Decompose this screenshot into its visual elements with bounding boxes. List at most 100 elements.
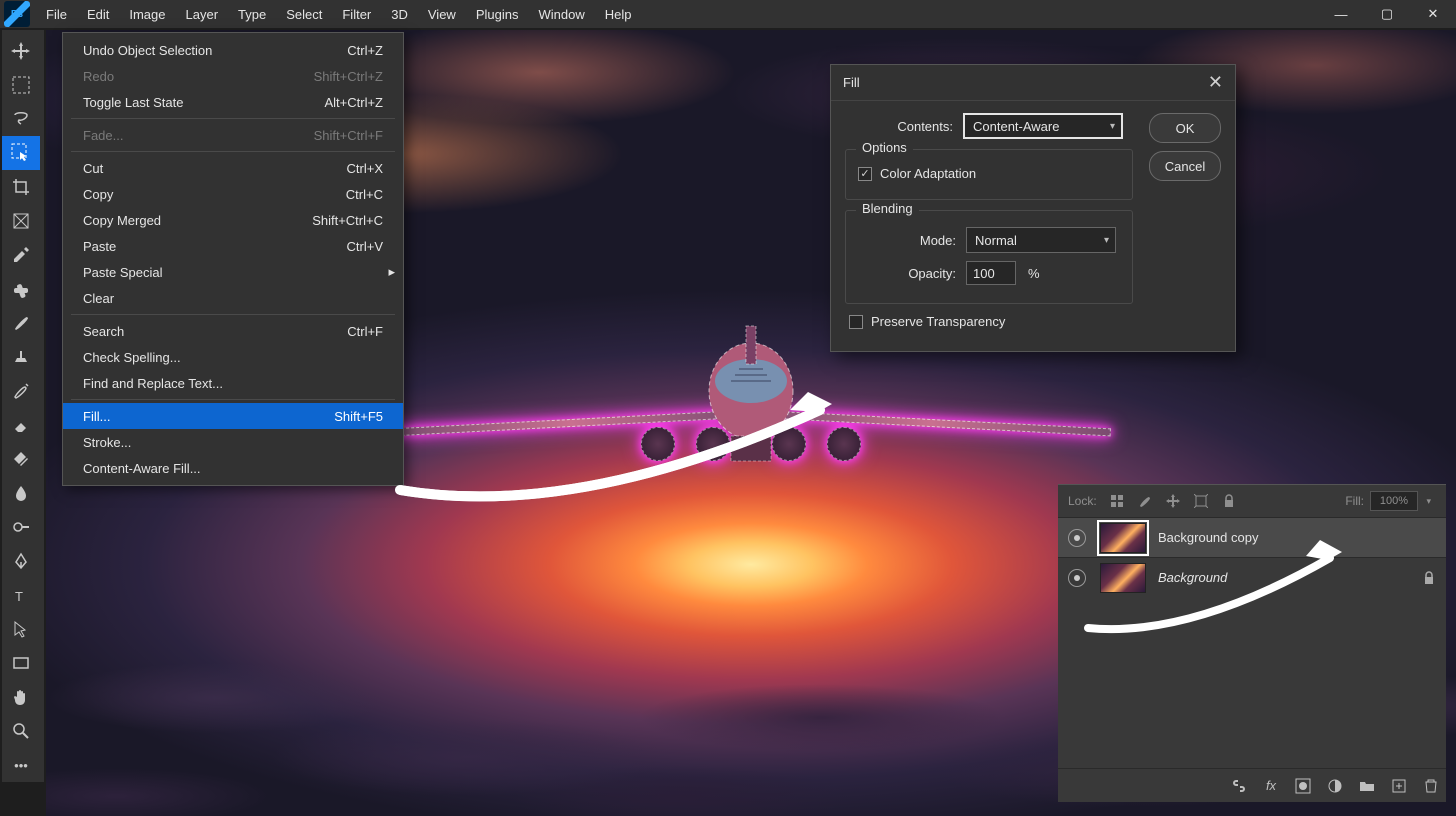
mode-select[interactable]: Normal bbox=[966, 227, 1116, 253]
edit-toolbar[interactable]: ••• bbox=[2, 748, 40, 782]
menu-layer[interactable]: Layer bbox=[176, 2, 229, 27]
window-close[interactable]: ✕ bbox=[1410, 0, 1456, 28]
new-layer-icon[interactable] bbox=[1390, 777, 1408, 795]
edit-menu-item[interactable]: Undo Object SelectionCtrl+Z bbox=[63, 37, 403, 63]
ok-button[interactable]: OK bbox=[1149, 113, 1221, 143]
edit-menu-item[interactable]: Copy MergedShift+Ctrl+C bbox=[63, 207, 403, 233]
blending-legend: Blending bbox=[856, 201, 919, 216]
opacity-label: Opacity: bbox=[896, 266, 956, 281]
mode-label: Mode: bbox=[906, 233, 956, 248]
lock-all-icon[interactable] bbox=[1218, 490, 1240, 512]
path-selection-tool[interactable] bbox=[2, 612, 40, 646]
edit-menu-item[interactable]: Fill...Shift+F5 bbox=[63, 403, 403, 429]
edit-menu-item[interactable]: Toggle Last StateAlt+Ctrl+Z bbox=[63, 89, 403, 115]
lock-artboard-icon[interactable] bbox=[1190, 490, 1212, 512]
preserve-transparency-checkbox[interactable] bbox=[849, 315, 863, 329]
rectangle-tool[interactable] bbox=[2, 646, 40, 680]
move-tool[interactable] bbox=[2, 34, 40, 68]
adjustment-layer-icon[interactable] bbox=[1326, 777, 1344, 795]
frame-tool[interactable] bbox=[2, 204, 40, 238]
window-maximize[interactable]: ▢ bbox=[1364, 0, 1410, 28]
menu-select[interactable]: Select bbox=[276, 2, 332, 27]
edit-menu-item[interactable]: Content-Aware Fill... bbox=[63, 455, 403, 481]
pen-tool[interactable] bbox=[2, 544, 40, 578]
blur-tool[interactable] bbox=[2, 476, 40, 510]
menu-window[interactable]: Window bbox=[528, 2, 594, 27]
clone-stamp-tool[interactable] bbox=[2, 340, 40, 374]
healing-brush-tool[interactable] bbox=[2, 272, 40, 306]
app-logo: Ps bbox=[4, 1, 30, 27]
menu-image[interactable]: Image bbox=[119, 2, 175, 27]
history-brush-tool[interactable] bbox=[2, 374, 40, 408]
menu-view[interactable]: View bbox=[418, 2, 466, 27]
edit-dropdown-menu: Undo Object SelectionCtrl+ZRedoShift+Ctr… bbox=[62, 32, 404, 486]
edit-menu-item[interactable]: Clear bbox=[63, 285, 403, 311]
eraser-tool[interactable] bbox=[2, 408, 40, 442]
menu-plugins[interactable]: Plugins bbox=[466, 2, 529, 27]
layer-fx-icon[interactable]: fx bbox=[1262, 777, 1280, 795]
toolbar: T ••• bbox=[2, 30, 44, 782]
add-mask-icon[interactable] bbox=[1294, 777, 1312, 795]
brush-tool[interactable] bbox=[2, 306, 40, 340]
edit-menu-item[interactable]: SearchCtrl+F bbox=[63, 318, 403, 344]
color-adaptation-checkbox[interactable] bbox=[858, 167, 872, 181]
edit-menu-item[interactable]: CutCtrl+X bbox=[63, 155, 403, 181]
new-group-icon[interactable] bbox=[1358, 777, 1376, 795]
layer-name[interactable]: Background bbox=[1158, 570, 1422, 585]
lock-brush-icon[interactable] bbox=[1134, 490, 1156, 512]
type-tool[interactable]: T bbox=[2, 578, 40, 612]
edit-menu-item[interactable]: Paste Special bbox=[63, 259, 403, 285]
cancel-button[interactable]: Cancel bbox=[1149, 151, 1221, 181]
fill-dialog: Fill ✕ Contents: Content-Aware OK Cancel… bbox=[830, 64, 1236, 352]
lasso-tool[interactable] bbox=[2, 102, 40, 136]
contents-label: Contents: bbox=[893, 119, 953, 134]
hand-tool[interactable] bbox=[2, 680, 40, 714]
visibility-toggle-icon[interactable] bbox=[1068, 529, 1086, 547]
svg-text:T: T bbox=[15, 589, 23, 604]
menu-type[interactable]: Type bbox=[228, 2, 276, 27]
edit-menu-item: RedoShift+Ctrl+Z bbox=[63, 63, 403, 89]
layer-row[interactable]: Background copy bbox=[1058, 517, 1446, 557]
lock-label: Lock: bbox=[1068, 494, 1097, 508]
link-layers-icon[interactable] bbox=[1230, 777, 1248, 795]
layer-row[interactable]: Background bbox=[1058, 557, 1446, 597]
layers-panel: Lock: Fill: 100% Background copy Backgrou… bbox=[1058, 484, 1446, 802]
edit-menu-item[interactable]: Find and Replace Text... bbox=[63, 370, 403, 396]
eyedropper-tool[interactable] bbox=[2, 238, 40, 272]
menu-file[interactable]: File bbox=[36, 2, 77, 27]
dodge-tool[interactable] bbox=[2, 510, 40, 544]
layer-thumbnail[interactable] bbox=[1100, 523, 1146, 553]
layer-thumbnail[interactable] bbox=[1100, 563, 1146, 593]
fill-opacity-field[interactable]: 100% bbox=[1370, 491, 1418, 511]
visibility-toggle-icon[interactable] bbox=[1068, 569, 1086, 587]
gradient-tool[interactable] bbox=[2, 442, 40, 476]
lock-pixels-icon[interactable] bbox=[1106, 490, 1128, 512]
zoom-tool[interactable] bbox=[2, 714, 40, 748]
object-selection-tool[interactable] bbox=[2, 136, 40, 170]
color-adaptation-label: Color Adaptation bbox=[880, 166, 976, 181]
edit-menu-item[interactable]: Stroke... bbox=[63, 429, 403, 455]
fill-label: Fill: bbox=[1345, 494, 1364, 508]
dialog-close-icon[interactable]: ✕ bbox=[1208, 72, 1223, 93]
delete-layer-icon[interactable] bbox=[1422, 777, 1440, 795]
preserve-transparency-label: Preserve Transparency bbox=[871, 314, 1005, 329]
marquee-tool[interactable] bbox=[2, 68, 40, 102]
opacity-suffix: % bbox=[1028, 266, 1040, 281]
edit-menu-item[interactable]: Check Spelling... bbox=[63, 344, 403, 370]
menubar: Ps File Edit Image Layer Type Select Fil… bbox=[0, 0, 1456, 28]
lock-icon bbox=[1422, 571, 1436, 585]
edit-menu-item[interactable]: PasteCtrl+V bbox=[63, 233, 403, 259]
menu-help[interactable]: Help bbox=[595, 2, 642, 27]
contents-select[interactable]: Content-Aware bbox=[963, 113, 1123, 139]
crop-tool[interactable] bbox=[2, 170, 40, 204]
menu-3d[interactable]: 3D bbox=[381, 2, 418, 27]
opacity-input[interactable] bbox=[966, 261, 1016, 285]
edit-menu-item: Fade...Shift+Ctrl+F bbox=[63, 122, 403, 148]
options-legend: Options bbox=[856, 140, 913, 155]
lock-position-icon[interactable] bbox=[1162, 490, 1184, 512]
menu-filter[interactable]: Filter bbox=[332, 2, 381, 27]
layer-name[interactable]: Background copy bbox=[1158, 530, 1436, 545]
edit-menu-item[interactable]: CopyCtrl+C bbox=[63, 181, 403, 207]
menu-edit[interactable]: Edit bbox=[77, 2, 119, 27]
window-minimize[interactable]: — bbox=[1318, 0, 1364, 28]
